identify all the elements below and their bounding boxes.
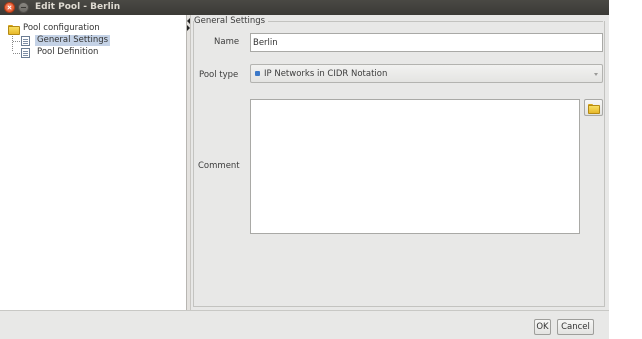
comment-textarea[interactable] [250,99,580,234]
chevron-down-icon [594,73,598,76]
name-input[interactable] [250,33,603,52]
minimize-window-icon[interactable] [18,2,29,13]
tree-connector [13,53,20,54]
tree-connector [13,41,20,42]
cancel-button[interactable]: Cancel [557,319,594,335]
settings-panel: General Settings Name Pool type IP Netwo… [191,15,609,310]
ok-button[interactable]: OK [534,319,551,335]
navigation-tree: Pool configuration General Settings Pool… [0,15,186,310]
folder-icon [588,103,600,114]
window-title: Edit Pool - Berlin [35,2,121,12]
tree-item-label: Pool configuration [23,23,100,33]
close-window-icon[interactable] [4,2,15,13]
folder-icon [8,24,20,35]
pool-type-value: IP Networks in CIDR Notation [264,68,388,79]
group-title: General Settings [194,16,269,27]
tree-item-general-settings[interactable]: General Settings [21,35,111,46]
browse-file-button[interactable] [584,99,603,116]
comment-label: Comment [198,161,240,171]
background [609,0,642,339]
tree-item-pool-configuration[interactable]: Pool configuration [8,23,102,35]
network-icon [255,71,260,76]
name-label: Name [214,37,240,47]
tree-item-label: General Settings [35,35,111,46]
title-bar: Edit Pool - Berlin [0,0,609,15]
expand-right-icon[interactable] [187,25,190,31]
document-icon [21,35,30,46]
document-icon [21,47,30,58]
tree-item-pool-definition[interactable]: Pool Definition [21,47,100,58]
button-bar: OK Cancel [0,310,609,339]
pool-type-label: Pool type [199,70,239,80]
tree-item-label: Pool Definition [37,47,99,57]
collapse-left-icon[interactable] [187,18,190,24]
pool-type-select[interactable]: IP Networks in CIDR Notation [250,64,603,83]
group-divider [266,21,603,22]
